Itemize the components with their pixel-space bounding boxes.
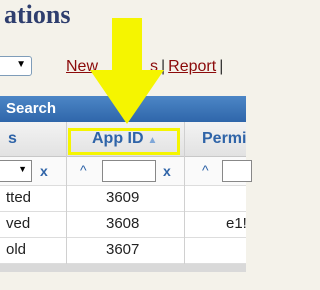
link-separator-2: | — [219, 58, 224, 75]
permission-filter-input[interactable] — [222, 160, 252, 182]
app-id-cell: 3607 — [106, 241, 140, 258]
caret-icon: ^ — [80, 162, 87, 178]
clear-status-filter-icon[interactable]: x — [40, 163, 48, 179]
search-panel: Search s App ID ▲ Permi ▼ x ^ x ^ tted 36… — [0, 96, 252, 264]
clear-app-id-filter-icon[interactable]: x — [163, 163, 171, 179]
permission-cell: e1! — [226, 215, 247, 232]
app-id-filter-input[interactable] — [102, 160, 156, 182]
partial-link[interactable]: s — [150, 58, 158, 75]
column-divider — [66, 122, 67, 264]
link-separator: | — [161, 58, 166, 75]
column-header-app-id[interactable]: App ID ▲ — [92, 122, 157, 156]
table-row[interactable]: tted 3609 — [0, 186, 246, 212]
status-cell: ved — [6, 215, 31, 232]
column-header-status[interactable]: s — [8, 122, 17, 156]
search-bar: Search — [0, 96, 246, 122]
app-id-cell: 3609 — [106, 189, 140, 206]
new-link[interactable]: New — [66, 58, 98, 75]
dropdown-arrow-icon: ▼ — [18, 164, 27, 174]
report-link[interactable]: Report — [168, 58, 216, 75]
status-filter-select[interactable]: ▼ — [0, 160, 32, 182]
horizontal-scrollbar[interactable] — [0, 264, 246, 272]
status-cell: tted — [6, 189, 32, 206]
page-heading: ations — [4, 0, 71, 29]
dropdown-arrow-icon: ▼ — [16, 59, 26, 70]
filter-select[interactable]: ▼ — [0, 56, 32, 76]
column-divider — [184, 122, 185, 264]
table-header-row: s App ID ▲ Permi — [0, 122, 246, 157]
filter-row: ▼ x ^ x ^ — [0, 157, 252, 186]
sort-icon: ▲ — [147, 135, 158, 146]
app-id-label: App ID — [92, 130, 144, 147]
column-header-permission[interactable]: Permi — [202, 122, 246, 156]
status-cell: old — [6, 241, 27, 258]
action-links: New s | Report | — [66, 58, 226, 76]
table-row[interactable]: ved 3608 e1! — [0, 212, 247, 238]
table-row[interactable]: old 3607 — [0, 238, 246, 264]
app-id-cell: 3608 — [106, 215, 140, 232]
caret-icon: ^ — [202, 162, 209, 178]
